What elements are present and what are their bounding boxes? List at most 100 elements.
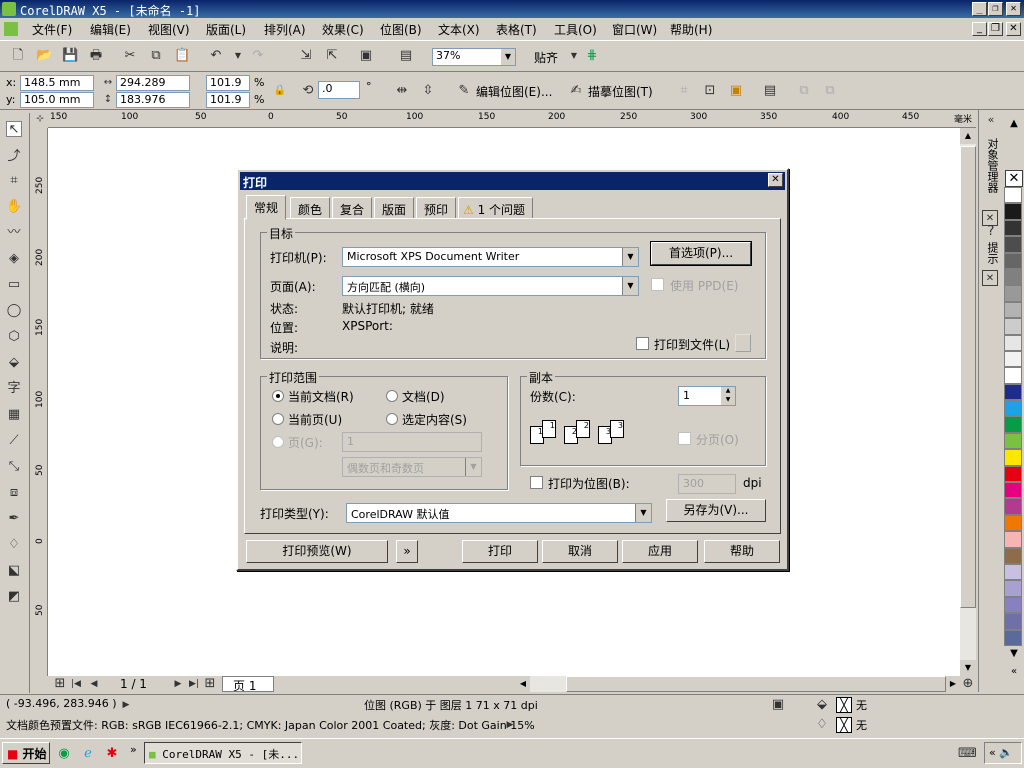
- object-manager-tab[interactable]: 对象管理器: [982, 138, 1000, 193]
- trace-bitmap-button[interactable]: 描摹位图(T): [588, 83, 653, 100]
- undo-icon[interactable]: ↶: [208, 48, 224, 64]
- outline-tool-icon[interactable]: ♢: [6, 537, 22, 553]
- mirror-v-icon[interactable]: ⇳: [420, 83, 436, 99]
- connector-tool-icon[interactable]: ⤡: [6, 459, 22, 475]
- print-to-file-options-button[interactable]: [735, 334, 751, 352]
- browser-icon[interactable]: ◉: [56, 746, 72, 762]
- scroll-up-icon[interactable]: ▲: [960, 128, 976, 144]
- menu-table[interactable]: 表格(T): [496, 21, 537, 38]
- chevron-down-icon[interactable]: ▼: [622, 248, 638, 266]
- menu-effects[interactable]: 效果(C): [322, 21, 364, 38]
- current-doc-radio[interactable]: [272, 390, 284, 402]
- add-page-icon[interactable]: ⊞: [52, 676, 68, 692]
- print-button[interactable]: 打印: [462, 540, 538, 563]
- collate-checkbox[interactable]: [678, 432, 691, 445]
- mini-preview-toggle[interactable]: »: [396, 540, 418, 563]
- start-button[interactable]: ■ 开始: [2, 742, 50, 764]
- page-select[interactable]: 方向匹配 (横向) ▼: [342, 276, 639, 296]
- pan-tool-icon[interactable]: ✋: [6, 199, 22, 215]
- freehand-tool-icon[interactable]: 〰: [6, 225, 22, 241]
- to-front-icon[interactable]: ⧉: [796, 83, 812, 99]
- doc-minimize-button[interactable]: _: [972, 22, 987, 36]
- to-back-icon[interactable]: ⧉: [822, 83, 838, 99]
- hints-tab[interactable]: 提示: [982, 242, 1000, 264]
- tab-prepress[interactable]: 预印: [416, 197, 457, 219]
- color-swatch[interactable]: [1004, 203, 1022, 220]
- close-button[interactable]: ✕: [1006, 2, 1021, 16]
- copies-spinner[interactable]: 1 ▲ ▼: [678, 386, 736, 406]
- cut-icon[interactable]: ✂: [122, 48, 138, 64]
- color-swatch[interactable]: [1004, 498, 1022, 515]
- even-odd-select[interactable]: 偶数页和奇数页 ▼: [342, 457, 482, 477]
- menu-layout[interactable]: 版面(L): [206, 21, 246, 38]
- keyboard-icon[interactable]: ⌨: [958, 746, 977, 762]
- expand-icon[interactable]: ▶: [502, 717, 518, 733]
- tab-general[interactable]: 常规: [246, 195, 287, 220]
- copy-icon[interactable]: ⧉: [148, 48, 164, 64]
- color-swatch[interactable]: [1004, 236, 1022, 253]
- pick-tool-icon[interactable]: ↖: [6, 121, 22, 137]
- selection-radio[interactable]: [386, 413, 398, 425]
- edit-bitmap-button[interactable]: 编辑位图(E)...: [476, 83, 552, 100]
- cancel-button[interactable]: 取消: [542, 540, 618, 563]
- next-page-icon[interactable]: ▶: [170, 676, 186, 692]
- color-swatch[interactable]: [1004, 400, 1022, 417]
- quicklaunch-more-icon[interactable]: »: [130, 743, 137, 756]
- palette-flyout-icon[interactable]: «: [1006, 666, 1022, 682]
- scroll-left-icon[interactable]: ◀: [516, 676, 530, 692]
- color-swatch[interactable]: [1004, 350, 1022, 368]
- color-swatch[interactable]: [1004, 449, 1022, 466]
- current-page-radio[interactable]: [272, 413, 284, 425]
- smart-fill-icon[interactable]: ◈: [6, 251, 22, 267]
- mirror-h-icon[interactable]: ⇹: [394, 83, 410, 99]
- paste-icon[interactable]: 📋: [174, 48, 190, 64]
- color-swatch[interactable]: [1004, 432, 1022, 450]
- color-swatch[interactable]: [1004, 416, 1022, 433]
- polygon-tool-icon[interactable]: ⬡: [6, 329, 22, 345]
- redo-icon[interactable]: ↷: [250, 48, 266, 64]
- text-tool-icon[interactable]: 字: [6, 381, 22, 397]
- fill-tool-icon[interactable]: ⬕: [6, 563, 22, 579]
- apply-button[interactable]: 应用: [622, 540, 698, 563]
- print-as-bitmap-checkbox[interactable]: [530, 476, 543, 489]
- menu-tools[interactable]: 工具(O): [554, 21, 597, 38]
- prev-page-icon[interactable]: ◀: [86, 676, 102, 692]
- tab-layout[interactable]: 版面: [374, 197, 415, 219]
- chevron-down-icon[interactable]: ▼: [622, 277, 638, 295]
- height-field[interactable]: 183.976 mm: [116, 92, 190, 120]
- color-swatch[interactable]: [1004, 482, 1022, 499]
- close-hints-icon[interactable]: ✕: [982, 270, 998, 286]
- print-preview-button[interactable]: 打印预览(W): [246, 540, 388, 563]
- lock-icon[interactable]: 🔒: [272, 83, 288, 99]
- vertical-ruler[interactable]: 250 200 150 100 50 0 50: [32, 128, 48, 676]
- eyedropper-icon[interactable]: ✒: [6, 511, 22, 527]
- table-tool-icon[interactable]: ▦: [6, 407, 22, 423]
- tab-issues[interactable]: ⚠ 1 个问题: [458, 197, 534, 219]
- color-mask-icon[interactable]: ▣: [728, 83, 744, 99]
- vertical-scrollbar[interactable]: ▲ ▼: [960, 128, 976, 676]
- color-swatch[interactable]: [1004, 629, 1022, 646]
- width-field[interactable]: 294.289 mm: [116, 75, 190, 103]
- color-swatch[interactable]: [1004, 580, 1022, 597]
- menu-file[interactable]: 文件(F): [32, 21, 72, 38]
- color-swatch[interactable]: [1004, 465, 1022, 483]
- no-color-swatch[interactable]: ✕: [1005, 170, 1023, 187]
- undo-dropdown-icon[interactable]: ▼: [230, 48, 246, 64]
- last-page-icon[interactable]: ▶|: [186, 676, 202, 692]
- crop-tool-icon[interactable]: ⌗: [6, 173, 22, 189]
- chevron-down-icon[interactable]: ▼: [635, 504, 651, 522]
- scale-x-field[interactable]: 101.9: [206, 75, 250, 91]
- color-swatch[interactable]: [1004, 252, 1022, 269]
- maximize-button[interactable]: ❐: [988, 2, 1003, 16]
- doc-close-button[interactable]: ✕: [1006, 22, 1021, 36]
- spin-down-icon[interactable]: ▼: [721, 396, 735, 405]
- color-swatch[interactable]: [1004, 613, 1022, 630]
- edit-bitmap-icon[interactable]: ✎: [456, 83, 472, 99]
- tray-expand-icon[interactable]: «: [989, 746, 996, 759]
- zoom-nav-icon[interactable]: ⊕: [960, 676, 976, 692]
- import-icon[interactable]: ⇲: [298, 48, 314, 64]
- color-swatch[interactable]: [1004, 596, 1022, 614]
- ellipse-tool-icon[interactable]: ◯: [6, 303, 22, 319]
- menu-view[interactable]: 视图(V): [148, 21, 190, 38]
- tab-color[interactable]: 颜色: [290, 197, 331, 219]
